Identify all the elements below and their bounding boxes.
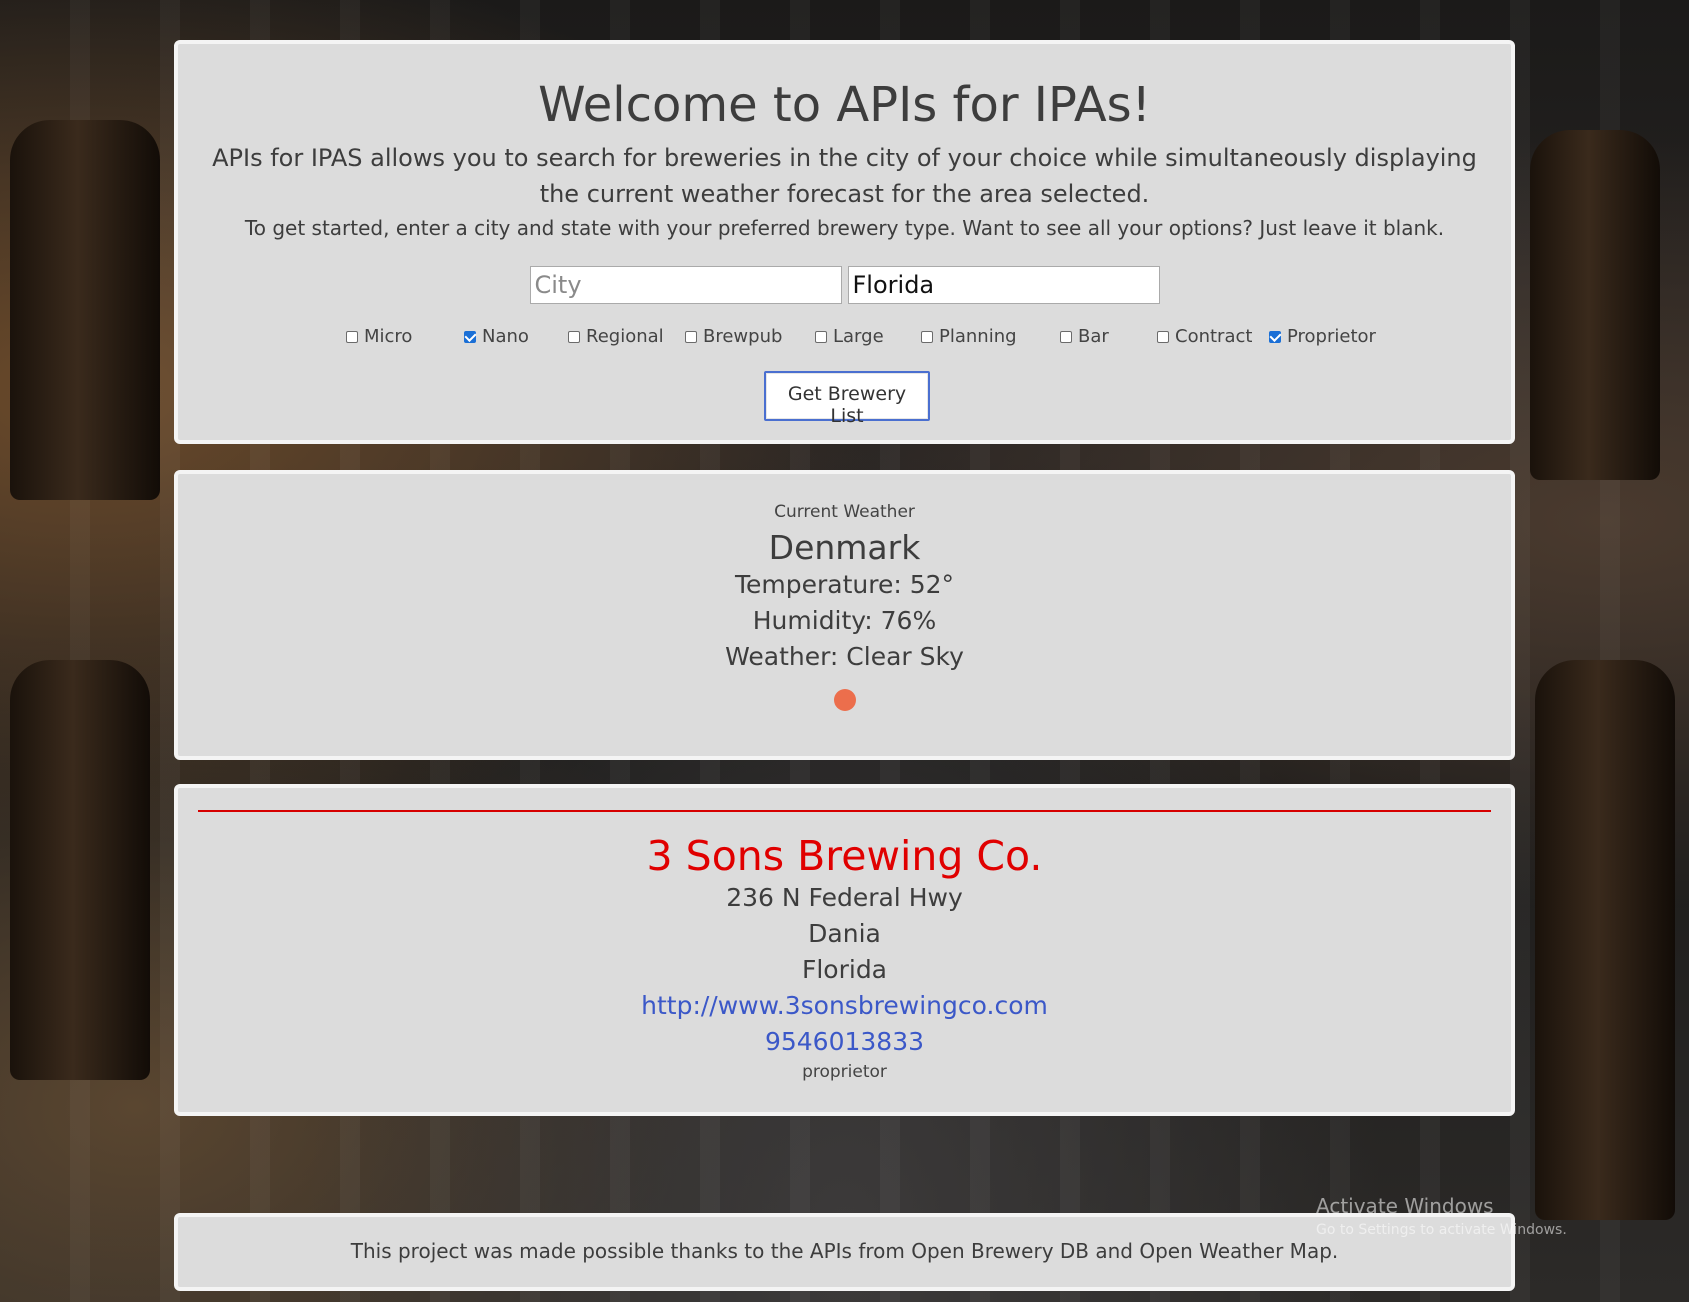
weather-temperature: Temperature: 52° [734, 570, 955, 599]
brewery-type-filters: Micro Nano Regional Brewpub Large Planni… [178, 326, 1511, 350]
brewery-city: Dania [808, 919, 881, 948]
checkbox-label: Brewpub [703, 326, 783, 347]
brewery-state: Florida [801, 955, 888, 984]
checkbox[interactable] [1269, 330, 1281, 343]
watermark-title: Activate Windows [1316, 1194, 1494, 1218]
city-input[interactable] [529, 266, 842, 304]
background-bottle [1535, 660, 1675, 1220]
checkbox-label: Contract [1175, 326, 1253, 347]
background-bottle [1530, 130, 1660, 480]
checkbox-label: Micro [364, 326, 413, 347]
brewery-type-micro[interactable]: Micro [346, 326, 412, 347]
brewery-name: 3 Sons Brewing Co. [646, 832, 1043, 880]
activate-windows-watermark: Activate Windows Go to Settings to activ… [1316, 1194, 1567, 1238]
checkbox[interactable] [464, 330, 476, 343]
watermark-subtitle: Go to Settings to activate Windows. [1316, 1222, 1567, 1238]
instructions-text: To get started, enter a city and state w… [244, 216, 1445, 240]
background-bottle [10, 120, 160, 500]
weather-city: Denmark [768, 528, 921, 567]
search-panel: Welcome to APIs for IPAs! APIs for IPAS … [174, 40, 1515, 444]
get-brewery-list-button[interactable]: Get Brewery List [764, 371, 930, 427]
checkbox[interactable] [685, 330, 697, 343]
weather-panel: Current Weather Denmark Temperature: 52°… [174, 470, 1515, 760]
brewery-type-planning[interactable]: Planning [921, 326, 1017, 347]
location-inputs [178, 266, 1511, 304]
intro-text: APIs for IPAS allows you to search for b… [212, 144, 1477, 208]
brewery-phone-link[interactable]: 9546013833 [178, 1024, 1511, 1060]
footer-text: This project was made possible thanks to… [350, 1239, 1339, 1263]
checkbox-label: Proprietor [1287, 326, 1376, 347]
checkbox-label: Nano [482, 326, 529, 347]
brewery-type-large[interactable]: Large [815, 326, 884, 347]
checkbox[interactable] [346, 330, 358, 343]
footer: This project was made possible thanks to… [174, 1213, 1515, 1291]
checkbox[interactable] [921, 330, 933, 343]
checkbox-label: Regional [586, 326, 664, 347]
page-title: Welcome to APIs for IPAs! [538, 77, 1151, 133]
weather-caption: Current Weather [774, 502, 915, 522]
checkbox[interactable] [1060, 330, 1072, 343]
sun-icon [833, 689, 856, 711]
brewery-type-regional[interactable]: Regional [568, 326, 664, 347]
brewery-type: proprietor [802, 1062, 887, 1082]
checkbox[interactable] [1157, 330, 1169, 343]
brewery-type-brewpub[interactable]: Brewpub [685, 326, 782, 347]
brewery-website-link[interactable]: http://www.3sonsbrewingco.com [178, 988, 1511, 1024]
weather-humidity: Humidity: 76% [752, 606, 937, 635]
weather-condition: Weather: Clear Sky [725, 642, 964, 671]
checkbox[interactable] [815, 330, 827, 343]
brewery-result-card: 3 Sons Brewing Co. 236 N Federal Hwy Dan… [174, 784, 1515, 1116]
checkbox-label: Large [833, 326, 884, 347]
brewery-type-nano[interactable]: Nano [464, 326, 529, 347]
brewery-street: 236 N Federal Hwy [726, 883, 963, 912]
brewery-type-proprietor[interactable]: Proprietor [1269, 326, 1376, 347]
brewery-type-contract[interactable]: Contract [1157, 326, 1252, 347]
background-bottle [10, 660, 150, 1080]
divider [198, 810, 1491, 812]
checkbox[interactable] [568, 330, 580, 343]
checkbox-label: Bar [1078, 326, 1109, 347]
checkbox-label: Planning [939, 326, 1017, 347]
brewery-type-bar[interactable]: Bar [1060, 326, 1109, 347]
state-input[interactable] [847, 266, 1160, 304]
